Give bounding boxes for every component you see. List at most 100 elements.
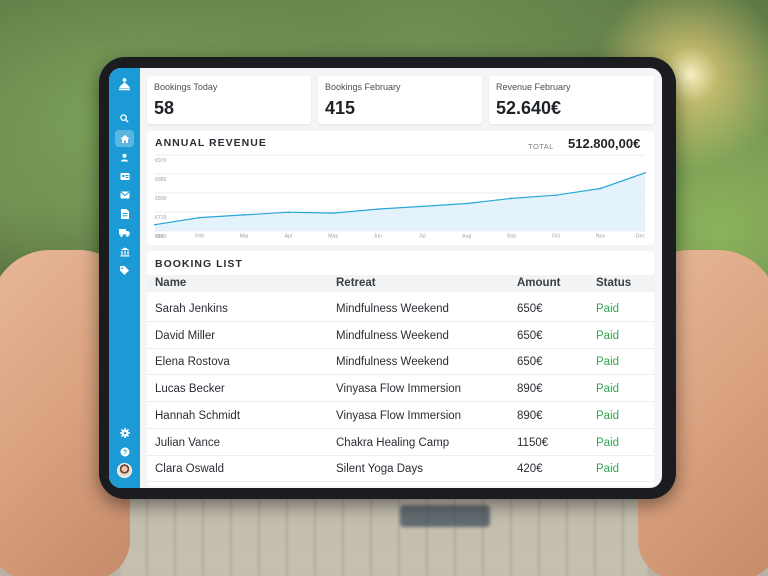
svg-text:?: ? bbox=[122, 449, 126, 456]
sidebar: ? bbox=[109, 68, 140, 488]
cell-status: Paid bbox=[596, 436, 620, 449]
y-tick-label: €715 bbox=[155, 215, 167, 221]
cell-retreat: Mindfulness Weekend bbox=[336, 356, 449, 369]
annual-revenue-card: ANNUAL REVENUE TOTAL 512.800,00€ €970 €88… bbox=[147, 131, 654, 245]
data-point bbox=[198, 216, 201, 219]
document-icon[interactable] bbox=[115, 205, 134, 222]
cell-retreat: Vinyasa Flow Immersion bbox=[336, 409, 462, 422]
table-row[interactable]: David Miller Mindfulness Weekend 650€ Paid bbox=[147, 323, 654, 349]
revenue-area bbox=[155, 172, 645, 231]
cell-status: Paid bbox=[596, 329, 620, 342]
cell-status: Paid bbox=[596, 303, 620, 315]
dashboard-screen: ? Bookings Today 58 Bookings February 41… bbox=[109, 68, 662, 488]
cell-amount: 1150€ bbox=[517, 436, 549, 449]
cell-name: Hannah Schmidt bbox=[155, 409, 241, 422]
revenue-area-chart: €970€885€800€715€630Jan Feb Mar Apr May Jun Ju… bbox=[154, 154, 646, 240]
table-row[interactable]: Julian Vance Chakra Healing Camp 1150€ Paid bbox=[147, 430, 654, 456]
cell-amount: 650€ bbox=[517, 329, 543, 342]
data-point bbox=[510, 197, 513, 200]
x-tick-label: May bbox=[328, 234, 338, 240]
stat-card-bookings-today: Bookings Today 58 bbox=[147, 76, 311, 124]
cell-name: David Miller bbox=[155, 329, 216, 342]
lotus-figure-icon[interactable] bbox=[115, 74, 134, 94]
table-row[interactable]: Clara Oswald Silent Yoga Days 420€ Paid bbox=[147, 456, 654, 483]
x-tick-label: Jan bbox=[155, 234, 163, 240]
column-header-retreat[interactable]: Retreat bbox=[336, 277, 376, 289]
data-point bbox=[599, 187, 602, 190]
gear-icon[interactable] bbox=[115, 424, 134, 441]
tag-icon[interactable] bbox=[115, 262, 134, 279]
column-header-status[interactable]: Status bbox=[596, 277, 631, 289]
cell-retreat: Chakra Healing Camp bbox=[336, 436, 450, 449]
cell-amount: 890€ bbox=[517, 409, 543, 422]
stat-card-bookings-february: Bookings February 415 bbox=[318, 76, 482, 124]
x-tick-label: Oct bbox=[552, 234, 561, 240]
contact-card-icon[interactable] bbox=[115, 168, 134, 185]
table-row[interactable]: Sarah Jenkins Mindfulness Weekend 650€ Paid bbox=[147, 296, 654, 322]
x-tick-label: Aug bbox=[462, 234, 471, 240]
table-header: Name Retreat Amount Status bbox=[147, 275, 654, 292]
x-tick-label: Jul bbox=[419, 234, 426, 240]
x-tick-label: Jun bbox=[374, 234, 382, 240]
x-tick-label: Mar bbox=[240, 234, 249, 240]
total-value: 512.800,00€ bbox=[568, 136, 641, 151]
stat-value: 58 bbox=[154, 98, 175, 118]
data-point bbox=[243, 214, 245, 216]
cell-name: Lucas Becker bbox=[155, 383, 225, 396]
total-label: TOTAL bbox=[528, 142, 554, 151]
x-tick-label: Dec bbox=[636, 234, 646, 240]
yoga-mat bbox=[400, 505, 490, 527]
table-row[interactable]: Hannah Schmidt Vinyasa Flow Immersion 890€… bbox=[147, 403, 654, 429]
cell-amount: 650€ bbox=[517, 356, 543, 369]
stat-card-revenue-february: Revenue February 52.640€ bbox=[489, 76, 654, 124]
data-point bbox=[644, 171, 646, 174]
table-row[interactable]: Lucas Becker Vinyasa Flow Immersion 890€ Pa… bbox=[147, 376, 654, 403]
data-point bbox=[421, 205, 424, 208]
stat-value: 415 bbox=[325, 98, 356, 118]
stat-label: Bookings Today bbox=[154, 82, 218, 92]
home-icon[interactable] bbox=[115, 130, 134, 147]
data-point bbox=[376, 208, 379, 210]
table-row[interactable]: Elena Rostova Mindfulness Weekend 650€ Paid bbox=[147, 349, 654, 376]
stat-value: 52.640€ bbox=[496, 98, 562, 118]
data-point bbox=[154, 223, 156, 226]
y-tick-label: €970 bbox=[155, 158, 167, 164]
data-point bbox=[332, 212, 335, 215]
data-point bbox=[287, 211, 290, 214]
cell-status: Paid bbox=[596, 463, 620, 476]
data-point bbox=[555, 194, 557, 197]
x-tick-label: Sep bbox=[507, 234, 516, 240]
cell-status: Paid bbox=[596, 356, 620, 369]
cell-name: Clara Oswald bbox=[155, 463, 225, 476]
stat-label: Bookings February bbox=[325, 82, 401, 92]
y-tick-label: €800 bbox=[155, 196, 167, 202]
cell-amount: 420€ bbox=[517, 463, 543, 476]
cell-retreat: Mindfulness Weekend bbox=[336, 303, 449, 315]
cell-status: Paid bbox=[596, 383, 620, 396]
x-tick-label: Apr bbox=[285, 234, 293, 240]
mail-icon[interactable] bbox=[115, 186, 134, 203]
bank-icon[interactable] bbox=[115, 243, 134, 260]
avatar[interactable] bbox=[117, 463, 132, 478]
data-point bbox=[465, 202, 468, 205]
y-tick-label: €885 bbox=[155, 177, 167, 183]
cell-name: Elena Rostova bbox=[155, 356, 230, 369]
cell-retreat: Vinyasa Flow Immersion bbox=[336, 383, 462, 396]
chart-title: ANNUAL REVENUE bbox=[155, 137, 267, 149]
cell-name: Julian Vance bbox=[155, 436, 220, 449]
column-header-amount[interactable]: Amount bbox=[517, 277, 560, 289]
cell-name: Sarah Jenkins bbox=[155, 303, 228, 315]
booking-list-card: BOOKING LIST Name Retreat Amount Status … bbox=[147, 251, 654, 486]
cell-retreat: Silent Yoga Days bbox=[336, 463, 423, 476]
booking-list-title: BOOKING LIST bbox=[155, 258, 243, 270]
cell-status: Paid bbox=[596, 409, 620, 422]
main-content: Bookings Today 58 Bookings February 415 … bbox=[140, 68, 662, 488]
column-header-name[interactable]: Name bbox=[155, 277, 186, 289]
stat-label: Revenue February bbox=[496, 82, 571, 92]
truck-icon[interactable] bbox=[115, 224, 134, 241]
x-tick-label: Feb bbox=[195, 234, 204, 240]
search-icon[interactable] bbox=[115, 110, 134, 127]
cell-retreat: Mindfulness Weekend bbox=[336, 329, 449, 342]
help-icon[interactable]: ? bbox=[115, 443, 134, 460]
user-icon[interactable] bbox=[115, 149, 134, 166]
